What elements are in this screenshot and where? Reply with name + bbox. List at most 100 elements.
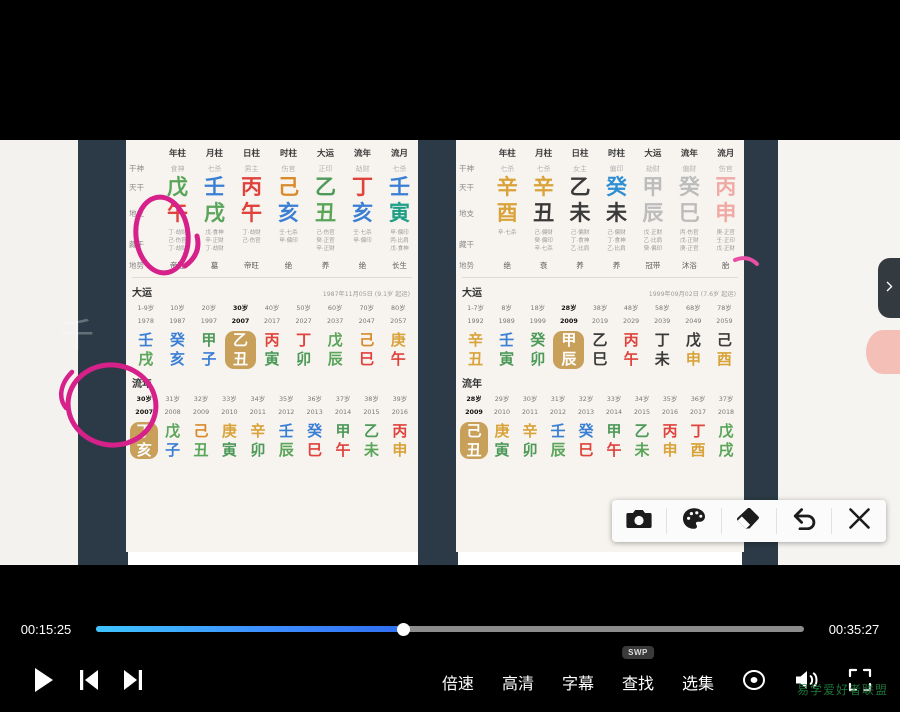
liunian-year[interactable]: 2015	[628, 407, 656, 416]
next-episode-button[interactable]	[122, 668, 144, 697]
previous-episode-button[interactable]	[78, 668, 100, 697]
dayun-pillar[interactable]: 壬戌	[130, 331, 162, 369]
close-drawing-button[interactable]	[832, 500, 886, 542]
liunian-age[interactable]: 34岁	[628, 394, 656, 403]
liunian-pillar[interactable]: 丙申	[386, 422, 414, 460]
liunian-year[interactable]: 2011	[244, 407, 272, 416]
dayun-year[interactable]: 2029	[616, 316, 647, 325]
liunian-age[interactable]: 37岁	[712, 394, 740, 403]
progress-handle[interactable]	[397, 622, 411, 636]
liunian-pillar[interactable]: 辛卯	[516, 422, 544, 460]
liunian-pillar[interactable]: 癸巳	[572, 422, 600, 460]
dayun-age[interactable]: 38岁	[584, 303, 615, 312]
liunian-pillar[interactable]: 戊戌	[712, 422, 740, 460]
liunian-age[interactable]: 39岁	[386, 394, 414, 403]
dayun-year[interactable]: 2019	[584, 316, 615, 325]
dayun-age[interactable]: 18岁	[522, 303, 553, 312]
liunian-pillar[interactable]: 甲午	[600, 422, 628, 460]
liunian-year[interactable]: 2015	[357, 407, 385, 416]
liunian-year[interactable]: 2010	[215, 407, 243, 416]
liunian-pillar[interactable]: 庚寅	[215, 422, 243, 460]
dayun-year[interactable]: 2037	[319, 316, 351, 325]
liunian-age[interactable]: 38岁	[357, 394, 385, 403]
dayun-pillar[interactable]: 己酉	[709, 331, 740, 369]
liunian-year[interactable]: 2007	[130, 407, 158, 416]
dayun-pillar[interactable]: 丙午	[616, 331, 647, 369]
cast-button[interactable]	[742, 668, 766, 697]
liunian-pillar[interactable]: 壬辰	[272, 422, 300, 460]
drawing-toolbar[interactable]	[612, 500, 886, 542]
liunian-age[interactable]: 31岁	[158, 394, 186, 403]
liunian-pillar[interactable]: 癸巳	[300, 422, 328, 460]
liunian-year[interactable]: 2013	[300, 407, 328, 416]
dayun-pillar[interactable]: 丙寅	[256, 331, 288, 369]
liunian-age[interactable]: 30岁	[516, 394, 544, 403]
liunian-age[interactable]: 35岁	[272, 394, 300, 403]
dayun-pillar[interactable]: 戊辰	[319, 331, 351, 369]
liunian-year[interactable]: 2014	[329, 407, 357, 416]
eraser-button[interactable]	[722, 500, 776, 542]
liunian-age[interactable]: 35岁	[656, 394, 684, 403]
liunian-age[interactable]: 32岁	[187, 394, 215, 403]
drawer-toggle-tab[interactable]	[878, 258, 900, 318]
dayun-pillar[interactable]: 庚午	[383, 331, 415, 369]
liunian-pillar[interactable]: 己丑	[460, 421, 488, 460]
dayun-year[interactable]: 1999	[522, 316, 553, 325]
dayun-year[interactable]: 2057	[383, 316, 415, 325]
dayun-age[interactable]: 80岁	[383, 303, 415, 312]
liunian-age[interactable]: 33岁	[215, 394, 243, 403]
quality-button[interactable]: 高清	[502, 670, 534, 694]
liunian-pillar[interactable]: 己丑	[187, 422, 215, 460]
liunian-age[interactable]: 29岁	[488, 394, 516, 403]
liunian-year[interactable]: 2016	[656, 407, 684, 416]
liunian-pillar[interactable]: 乙未	[628, 422, 656, 460]
liunian-age[interactable]: 33岁	[600, 394, 628, 403]
liunian-year[interactable]: 2017	[684, 407, 712, 416]
dayun-pillar[interactable]: 己巳	[351, 331, 383, 369]
liunian-age[interactable]: 37岁	[329, 394, 357, 403]
subtitle-button[interactable]: 字幕	[562, 670, 594, 694]
dayun-pillar[interactable]: 癸卯	[522, 331, 553, 369]
dayun-pillar[interactable]: 丁未	[647, 331, 678, 369]
dayun-age[interactable]: 20岁	[193, 303, 225, 312]
liunian-year[interactable]: 2012	[544, 407, 572, 416]
dayun-year[interactable]: 2007	[225, 316, 257, 325]
undo-button[interactable]	[777, 500, 831, 542]
dayun-pillar[interactable]: 乙巳	[584, 331, 615, 369]
dayun-age[interactable]: 30岁	[225, 303, 257, 312]
liunian-year[interactable]: 2013	[572, 407, 600, 416]
liunian-year[interactable]: 2012	[272, 407, 300, 416]
liunian-pillar[interactable]: 乙未	[357, 422, 385, 460]
dayun-year[interactable]: 1987	[162, 316, 194, 325]
dayun-year[interactable]: 2017	[256, 316, 288, 325]
dayun-age[interactable]: 50岁	[288, 303, 320, 312]
liunian-pillar[interactable]: 辛卯	[244, 422, 272, 460]
liunian-age[interactable]: 34岁	[244, 394, 272, 403]
dayun-pillar[interactable]: 癸亥	[162, 331, 194, 369]
dayun-year[interactable]: 2039	[647, 316, 678, 325]
liunian-year[interactable]: 2010	[488, 407, 516, 416]
dayun-year[interactable]: 1989	[491, 316, 522, 325]
liunian-pillar[interactable]: 壬辰	[544, 422, 572, 460]
speed-button[interactable]: 倍速	[442, 670, 474, 694]
dayun-pillar[interactable]: 辛丑	[460, 331, 491, 369]
dayun-age[interactable]: 10岁	[162, 303, 194, 312]
dayun-age[interactable]: 60岁	[319, 303, 351, 312]
dayun-age[interactable]: 68岁	[678, 303, 709, 312]
dayun-age[interactable]: 40岁	[256, 303, 288, 312]
dayun-year[interactable]: 2059	[709, 316, 740, 325]
liunian-year[interactable]: 2016	[386, 407, 414, 416]
liunian-year[interactable]: 2011	[516, 407, 544, 416]
dayun-year[interactable]: 2009	[553, 316, 584, 325]
dayun-age[interactable]: 8岁	[491, 303, 522, 312]
liunian-age[interactable]: 36岁	[684, 394, 712, 403]
dayun-pillar[interactable]: 壬寅	[491, 331, 522, 369]
liunian-pillar[interactable]: 庚寅	[488, 422, 516, 460]
dayun-year[interactable]: 1978	[130, 316, 162, 325]
liunian-year[interactable]: 2009	[460, 407, 488, 416]
liunian-year[interactable]: 2018	[712, 407, 740, 416]
dayun-age[interactable]: 28岁	[553, 303, 584, 312]
liunian-year[interactable]: 2008	[158, 407, 186, 416]
dayun-age[interactable]: 58岁	[647, 303, 678, 312]
liunian-age[interactable]: 32岁	[572, 394, 600, 403]
